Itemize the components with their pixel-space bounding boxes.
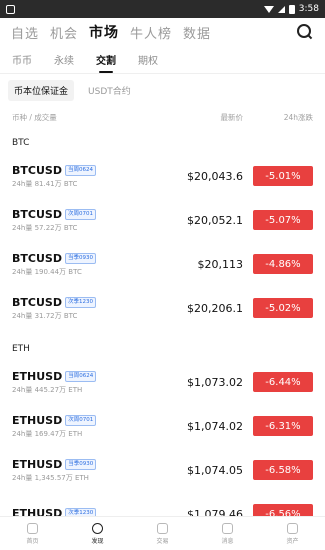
- nav-trade[interactable]: 交易: [130, 517, 195, 550]
- expiry-tag: 当季0930: [64, 252, 96, 264]
- expiry-tag: 当周0624: [65, 370, 97, 382]
- last-price: $1,073.02: [187, 375, 243, 389]
- expiry-tag: 次周0701: [65, 414, 97, 426]
- column-last-price[interactable]: 最新价: [163, 112, 244, 123]
- group-label: BTC: [12, 138, 30, 148]
- expiry-tag: 次周0701: [64, 208, 96, 220]
- segment-coin-margined[interactable]: 币本位保证金: [8, 79, 75, 101]
- compass-icon: [92, 522, 103, 534]
- table-row[interactable]: ETHUSD 当周0624 24h量 445.27万 ETH $1,073.02…: [0, 360, 325, 404]
- nav-discover-label: 发现: [91, 537, 104, 545]
- change-badge[interactable]: -6.58%: [253, 460, 313, 480]
- clock: 3:58: [298, 4, 319, 14]
- segment-usdt-margined[interactable]: USDT合约: [82, 80, 137, 101]
- volume: 24h量 190.44万 BTC: [12, 267, 82, 276]
- volume: 24h量 1,345.57万 ETH: [12, 473, 89, 482]
- last-price: $1,074.02: [187, 419, 243, 433]
- expiry-tag: 当周0624: [64, 164, 96, 176]
- change-badge[interactable]: -5.02%: [253, 298, 313, 318]
- tab-options[interactable]: 期权: [138, 46, 158, 73]
- tab-spot[interactable]: 币币: [12, 46, 32, 73]
- column-24h-change[interactable]: 24h涨跌: [263, 112, 313, 123]
- tab-futures[interactable]: 交割: [96, 46, 116, 73]
- column-header: 币种 / 成交量 最新价 24h涨跌: [0, 106, 325, 128]
- nav-discover[interactable]: 发现: [65, 517, 130, 550]
- column-pair[interactable]: 币种 / 成交量: [12, 112, 163, 123]
- symbol: ETHUSD: [12, 369, 63, 383]
- change-badge[interactable]: -5.01%: [253, 166, 313, 186]
- message-icon: [222, 522, 233, 534]
- nav-assets-label: 资产: [286, 537, 299, 545]
- group-label: ETH: [12, 344, 30, 354]
- nav-home[interactable]: 首页: [0, 517, 65, 550]
- volume: 24h量 31.72万 BTC: [12, 311, 78, 320]
- change-badge[interactable]: -6.44%: [253, 372, 313, 392]
- wifi-icon: [263, 5, 274, 13]
- table-row[interactable]: ETHUSD 次周0701 24h量 169.47万 ETH $1,074.02…: [0, 404, 325, 448]
- change-badge[interactable]: -4.86%: [253, 254, 313, 274]
- nav-home-label: 首页: [26, 537, 39, 545]
- table-row[interactable]: BTCUSD 当季0930 24h量 190.44万 BTC $20,113 -…: [0, 242, 325, 286]
- battery-icon: [288, 4, 295, 14]
- status-bar: 3:58: [0, 0, 325, 18]
- trade-icon: [157, 522, 168, 534]
- table-row[interactable]: BTCUSD 当周0624 24h量 81.41万 BTC $20,043.6 …: [0, 154, 325, 198]
- nav-messages[interactable]: 消息: [195, 517, 260, 550]
- wallet-icon: [287, 522, 298, 534]
- nav-messages-label: 消息: [221, 537, 234, 545]
- last-price: $20,043.6: [187, 169, 243, 183]
- symbol: BTCUSD: [12, 251, 62, 265]
- nav-trade-label: 交易: [156, 537, 169, 545]
- bottom-nav: 首页 发现 交易 消息 资产: [0, 516, 325, 550]
- volume: 24h量 57.22万 BTC: [12, 223, 78, 232]
- symbol: BTCUSD: [12, 207, 62, 221]
- symbol: ETHUSD: [12, 413, 63, 427]
- table-row[interactable]: ETHUSD 当季0930 24h量 1,345.57万 ETH $1,074.…: [0, 448, 325, 492]
- volume: 24h量 81.41万 BTC: [12, 179, 78, 188]
- change-badge[interactable]: -5.07%: [253, 210, 313, 230]
- symbol: BTCUSD: [12, 163, 62, 177]
- change-badge[interactable]: -6.31%: [253, 416, 313, 436]
- last-price: $20,113: [197, 257, 244, 271]
- notification-icon: [6, 4, 15, 14]
- tab-opportunities[interactable]: 机会: [50, 23, 78, 42]
- symbol: ETHUSD: [12, 457, 63, 471]
- market-list: BTC BTCUSD 当周0624 24h量 81.41万 BTC $20,04…: [0, 128, 325, 536]
- last-price: $1,074.05: [187, 463, 243, 477]
- search-icon[interactable]: [296, 23, 314, 41]
- margin-segment: 币本位保证金 USDT合约: [0, 74, 325, 106]
- table-row[interactable]: BTCUSD 次季1230 24h量 31.72万 BTC $20,206.1 …: [0, 286, 325, 330]
- sub-nav: 币币 永续 交割 期权: [0, 46, 325, 74]
- home-icon: [27, 522, 38, 534]
- nav-assets[interactable]: 资产: [260, 517, 325, 550]
- tab-data[interactable]: 数据: [183, 23, 211, 42]
- main-nav: 自选 机会 市场 牛人榜 数据: [0, 18, 325, 46]
- symbol: BTCUSD: [12, 295, 62, 309]
- table-row[interactable]: BTCUSD 次周0701 24h量 57.22万 BTC $20,052.1 …: [0, 198, 325, 242]
- volume: 24h量 169.47万 ETH: [12, 429, 83, 438]
- tab-favorites[interactable]: 自选: [11, 23, 39, 42]
- expiry-tag: 当季0930: [65, 458, 97, 470]
- last-price: $20,052.1: [187, 213, 243, 227]
- expiry-tag: 次季1230: [64, 296, 96, 308]
- tab-market[interactable]: 市场: [89, 22, 119, 42]
- tab-perpetual[interactable]: 永续: [54, 46, 74, 73]
- signal-icon: [277, 5, 285, 13]
- volume: 24h量 445.27万 ETH: [12, 385, 83, 394]
- last-price: $20,206.1: [187, 301, 243, 315]
- tab-leaderboard[interactable]: 牛人榜: [130, 23, 172, 42]
